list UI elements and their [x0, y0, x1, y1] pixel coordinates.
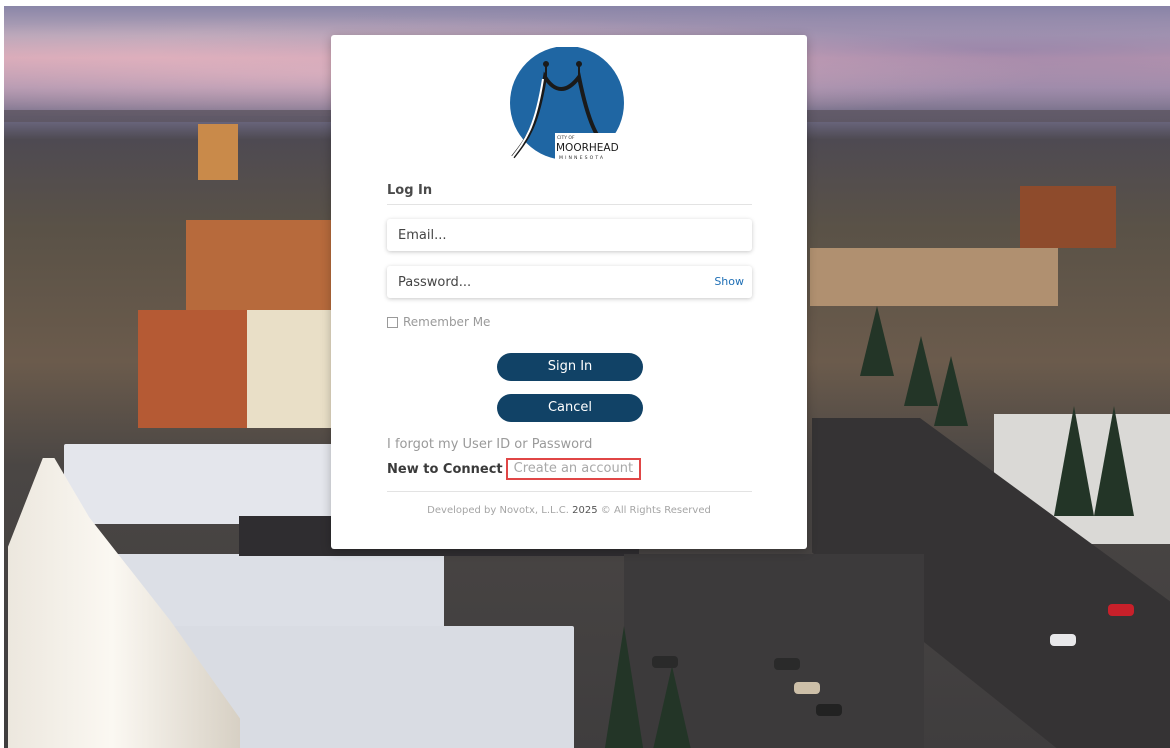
password-field-wrapper: Show — [387, 266, 752, 298]
logo-name: MOORHEAD — [556, 142, 619, 154]
create-account-link[interactable]: Create an account — [505, 458, 642, 480]
copyright-year: 2025 — [572, 505, 598, 516]
remember-me-checkbox[interactable]: Remember Me — [387, 315, 490, 329]
email-input[interactable] — [387, 219, 698, 251]
footer: Developed by Novotx, L.L.C. 2025 © All R… — [331, 505, 807, 516]
parking-ramp — [810, 248, 1058, 306]
login-card: CITY OF MOORHEAD MINNESOTA Log In Show R… — [331, 35, 807, 549]
tree — [934, 356, 968, 426]
apartment-building — [186, 220, 336, 312]
sign-in-button[interactable]: Sign In — [497, 353, 643, 381]
checkbox-icon[interactable] — [387, 316, 398, 328]
tower-building — [198, 124, 238, 180]
show-password-link[interactable]: Show — [714, 275, 744, 288]
apartment-building-2 — [138, 310, 336, 428]
snow-field — [64, 444, 334, 524]
tree — [904, 336, 938, 406]
new-user-row: New to Connect Create an account — [387, 458, 642, 480]
tree — [860, 306, 894, 376]
car — [816, 704, 842, 716]
logo-small-text: CITY OF — [557, 135, 575, 141]
email-field-wrapper — [387, 219, 752, 251]
car — [652, 656, 678, 668]
remember-me-label: Remember Me — [403, 315, 491, 329]
login-section-title: Log In — [387, 183, 433, 198]
new-to-connect-label: New to Connect — [387, 461, 503, 477]
password-input[interactable] — [387, 266, 698, 298]
logo-state: MINNESOTA — [559, 155, 605, 161]
forgot-credentials-link[interactable]: I forgot my User ID or Password — [387, 437, 592, 452]
car — [1108, 604, 1134, 616]
car — [1050, 634, 1076, 646]
developer-credit: Developed by Novotx, L.L.C. — [427, 505, 569, 516]
cancel-button[interactable]: Cancel — [497, 394, 643, 422]
copyright-text: © All Rights Reserved — [600, 505, 711, 516]
footer-divider — [387, 491, 752, 492]
city-logo: CITY OF MOORHEAD MINNESOTA — [510, 47, 633, 163]
car — [794, 682, 820, 694]
divider — [387, 204, 752, 205]
brick-building-right — [1020, 186, 1116, 248]
car — [774, 658, 800, 670]
